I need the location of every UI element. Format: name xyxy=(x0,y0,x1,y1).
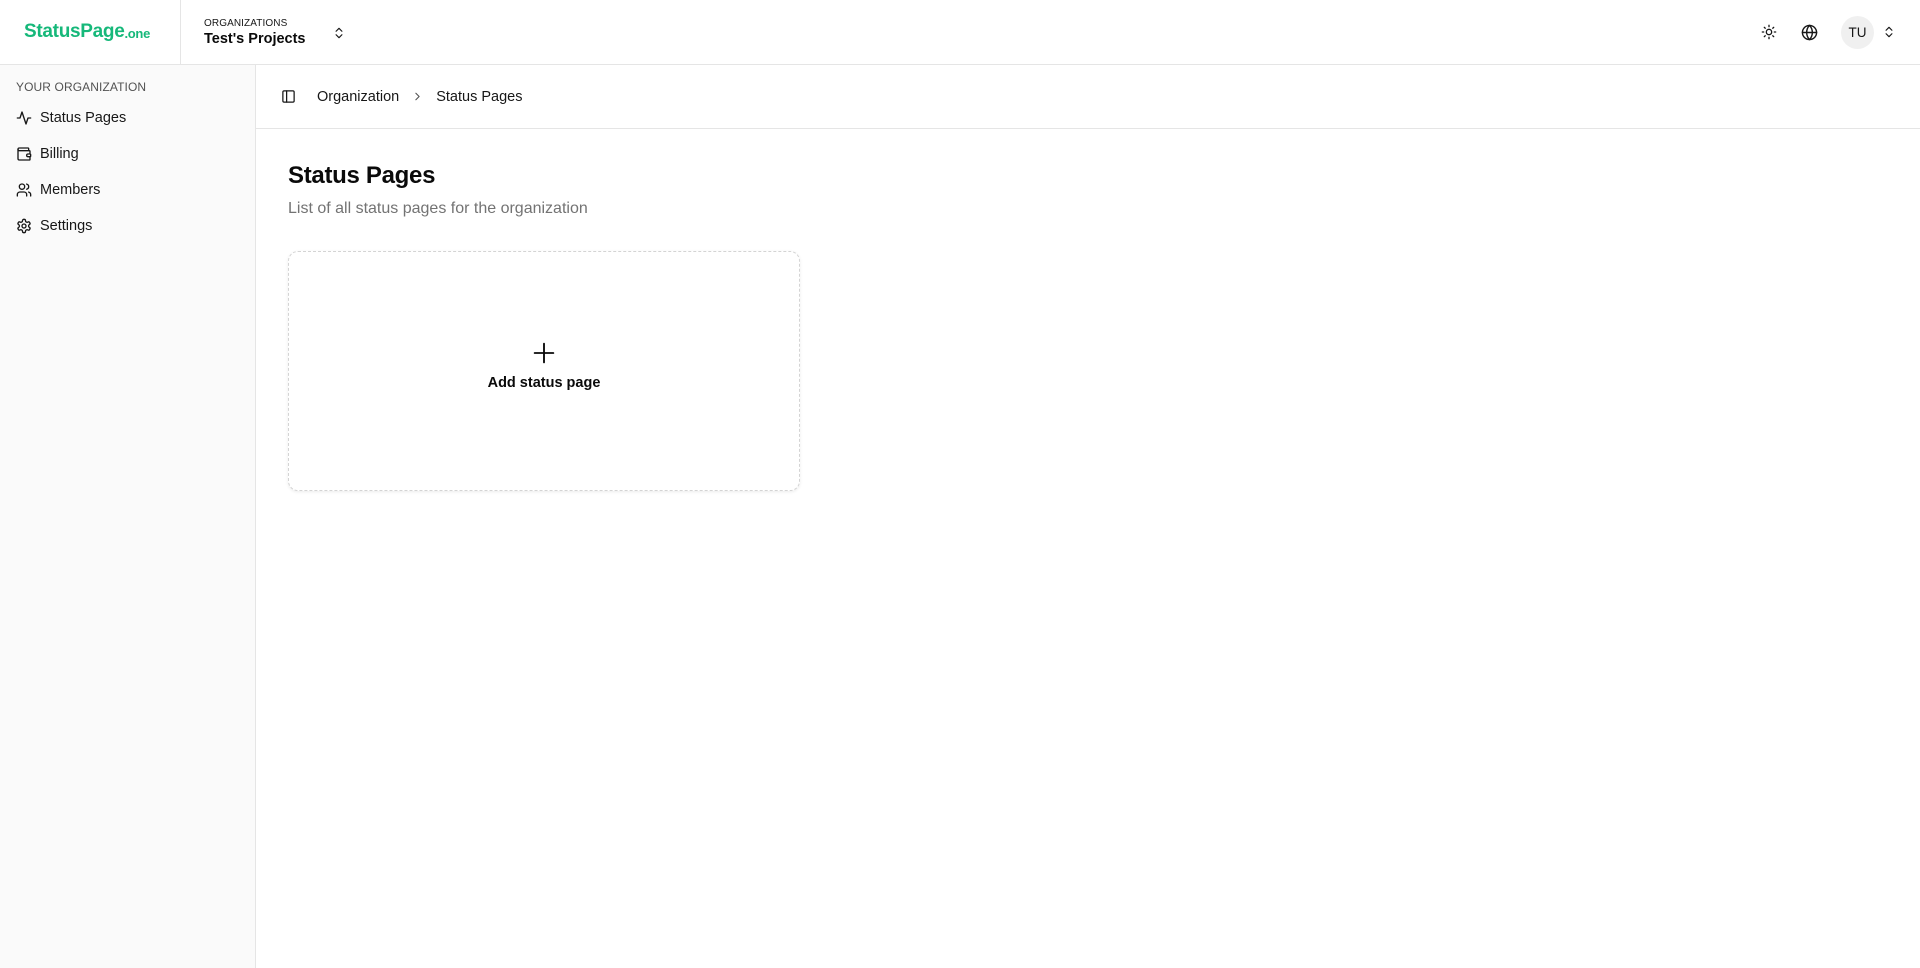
main-content: Organization Status Pages Status Pages L… xyxy=(256,65,1920,968)
activity-icon xyxy=(16,110,32,126)
wallet-icon xyxy=(16,146,32,162)
organization-name: Test's Projects xyxy=(204,30,306,47)
sun-icon xyxy=(1761,24,1777,40)
sidebar-item-label: Members xyxy=(40,182,101,198)
sidebar-item-settings[interactable]: Settings xyxy=(8,208,247,244)
sidebar-nav: Status Pages Billing Members Settings xyxy=(8,100,247,244)
organization-switcher[interactable]: ORGANIZATIONS Test's Projects xyxy=(181,0,346,64)
user-menu[interactable]: TU xyxy=(1841,15,1896,49)
gear-icon xyxy=(16,218,32,234)
sidebar-item-label: Settings xyxy=(40,218,93,234)
sidebar-item-members[interactable]: Members xyxy=(8,172,247,208)
sidebar-item-status-pages[interactable]: Status Pages xyxy=(8,100,247,136)
add-status-page-card[interactable]: Add status page xyxy=(288,251,800,491)
page-content: Status Pages List of all status pages fo… xyxy=(256,129,1920,491)
chevrons-up-down-icon xyxy=(332,26,346,40)
brand-logo[interactable]: StatusPage .one xyxy=(0,0,181,64)
organization-switcher-text: ORGANIZATIONS Test's Projects xyxy=(204,18,306,47)
globe-icon xyxy=(1801,24,1818,41)
sidebar-item-billing[interactable]: Billing xyxy=(8,136,247,172)
sidebar-item-label: Status Pages xyxy=(40,110,127,126)
sidebar-toggle-button[interactable] xyxy=(274,83,302,111)
header-actions: TU xyxy=(1753,0,1896,64)
chevron-right-icon xyxy=(411,90,424,103)
plus-icon xyxy=(530,339,558,367)
theme-toggle-button[interactable] xyxy=(1753,16,1785,48)
chevrons-up-down-icon xyxy=(1882,25,1896,39)
breadcrumb-item-organization[interactable]: Organization xyxy=(317,89,399,105)
sidebar: YOUR ORGANIZATION Status Pages Billing M… xyxy=(0,65,256,968)
breadcrumb: Organization Status Pages xyxy=(317,89,522,105)
avatar: TU xyxy=(1841,15,1874,49)
sidebar-heading: YOUR ORGANIZATION xyxy=(16,80,147,94)
page-subtitle: List of all status pages for the organiz… xyxy=(288,200,588,217)
brand-suffix: .one xyxy=(124,26,151,41)
page-title: Status Pages xyxy=(288,162,436,189)
top-bar: StatusPage .one ORGANIZATIONS Test's Proj… xyxy=(0,0,1920,65)
breadcrumb-item-status-pages: Status Pages xyxy=(436,88,523,105)
users-icon xyxy=(16,182,32,198)
breadcrumb-bar: Organization Status Pages xyxy=(256,65,1920,129)
language-button[interactable] xyxy=(1793,16,1825,48)
add-status-page-label: Add status page xyxy=(487,375,601,391)
brand-name: StatusPage xyxy=(24,21,125,42)
organization-kicker: ORGANIZATIONS xyxy=(204,17,288,29)
sidebar-item-label: Billing xyxy=(40,146,79,162)
avatar-initials: TU xyxy=(1848,24,1867,40)
panel-left-icon xyxy=(281,89,296,104)
